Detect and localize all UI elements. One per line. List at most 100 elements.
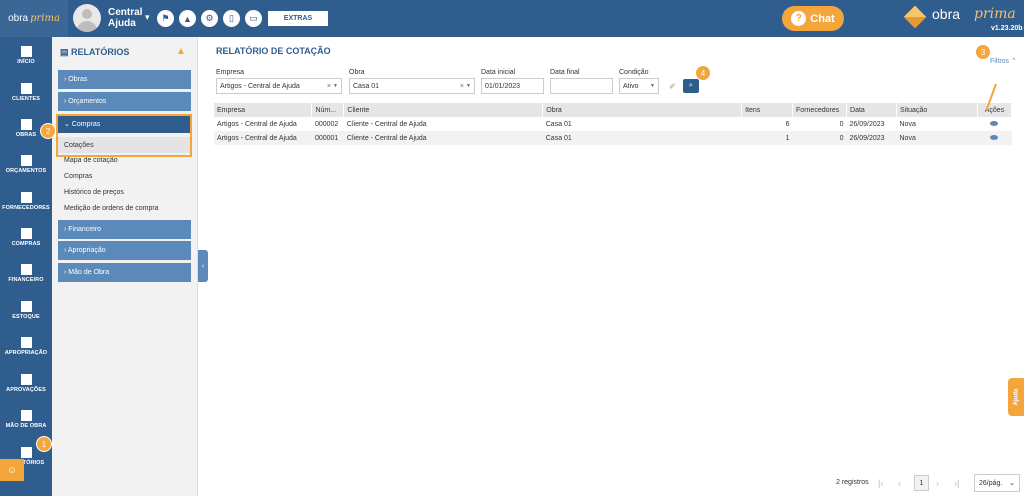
chevron-down-icon[interactable]: ▾ <box>145 12 150 23</box>
chevron-down-icon: ▼ <box>333 83 338 89</box>
reports-submenu: ▤ RELATÓRIOS ▲ › Obras › Orçamentos ⌄ Co… <box>52 37 198 496</box>
nav-item-financeiro[interactable]: FINANCEIRO <box>0 259 52 297</box>
chevron-down-icon: ▼ <box>466 83 471 89</box>
top-bar: obra prima Central Ajuda ▾ ⚑ ▲ ⚙ ▯ ▭ EXTR… <box>0 0 1024 37</box>
table-row[interactable]: Artigos - Central de Ajuda 000001 Client… <box>214 131 1012 145</box>
app-logo[interactable]: obra prima <box>0 0 68 37</box>
step-badge-3: 3 <box>975 44 991 60</box>
eye-icon[interactable] <box>990 120 999 126</box>
user-name[interactable]: Central Ajuda <box>108 7 148 29</box>
page-size-select[interactable]: 26/pág. ⌄ <box>974 474 1020 492</box>
gear-icon[interactable]: ⚙ <box>201 10 218 27</box>
submenu-section-mao-de-obra[interactable]: › Mão de Obra <box>58 263 191 282</box>
col-fornecedores[interactable]: Fornecedores <box>792 103 848 117</box>
col-obra[interactable]: Obra <box>542 103 743 117</box>
table-row[interactable]: Artigos - Central de Ajuda 000002 Client… <box>214 117 1012 131</box>
empresa-label: Empresa <box>216 69 245 76</box>
submenu-link-compras[interactable]: Compras <box>64 173 92 180</box>
obra-select[interactable]: Casa 01 × ▼ <box>349 78 475 94</box>
col-cliente[interactable]: Cliente <box>343 103 544 117</box>
flag-icon[interactable]: ⚑ <box>157 10 174 27</box>
filters-toggle[interactable]: Filtros ⌃ <box>990 57 1017 65</box>
cell-empresa: Artigos - Central de Ajuda <box>214 131 312 145</box>
data-inicial-input[interactable]: 01/01/2023 <box>481 78 544 94</box>
cell-cliente: Cliente - Central de Ajuda <box>346 120 427 128</box>
eye-icon[interactable] <box>990 134 999 140</box>
question-icon: ? <box>791 11 807 26</box>
submenu-link-historico-de-precos[interactable]: Histórico de preços <box>64 189 124 196</box>
clear-icon[interactable]: × <box>460 83 464 90</box>
avatar[interactable] <box>73 4 101 32</box>
search-button[interactable]: ⌕ <box>683 79 699 93</box>
home-icon <box>20 46 32 57</box>
nav-item-clientes[interactable]: CLIENTES <box>0 78 52 116</box>
last-page-icon[interactable]: ›| <box>954 475 959 491</box>
nav-item-aprovacoes[interactable]: APROVAÇÕES <box>0 369 52 407</box>
user-icon <box>20 83 32 94</box>
prev-page-icon[interactable]: ‹ <box>898 475 901 491</box>
submenu-link-medicao-ordens[interactable]: Medição de ordens de compra <box>64 205 159 212</box>
collapse-submenu-chevron-icon[interactable]: ‹ <box>198 250 208 282</box>
cell-data: 26/09/2023 <box>849 120 885 128</box>
data-inicial-label: Data inicial <box>481 69 516 76</box>
workers-icon <box>20 410 32 421</box>
cell-obra: Casa 01 <box>545 120 572 128</box>
submenu-section-apropriacao[interactable]: › Apropriação <box>58 241 191 260</box>
record-count: 2 registros <box>836 479 869 486</box>
mobile-icon[interactable]: ▯ <box>223 10 240 27</box>
app-version: v1.23.20b <box>991 25 1023 32</box>
support-chat-icon[interactable]: ☺ <box>0 459 24 481</box>
nav-item-apropriacao[interactable]: APROPRIAÇÃO <box>0 332 52 370</box>
cell-obra: Casa 01 <box>542 131 742 145</box>
cell-empresa: Artigos - Central de Ajuda <box>217 120 297 128</box>
check-list-icon <box>20 374 32 385</box>
monitor-icon[interactable]: ▭ <box>245 10 262 27</box>
col-itens[interactable]: Itens <box>741 103 794 117</box>
help-tab[interactable]: Ajuda <box>1008 378 1024 416</box>
empresa-select[interactable]: Artigos - Central de Ajuda × ▼ <box>216 78 342 94</box>
cart-icon <box>20 228 32 239</box>
chat-button[interactable]: ? Chat <box>782 6 844 31</box>
submenu-section-obras[interactable]: › Obras <box>58 70 191 89</box>
highlight-box <box>56 114 192 157</box>
nav-item-inicio[interactable]: INÍCIO <box>0 41 52 79</box>
current-page[interactable]: 1 <box>914 475 929 491</box>
col-acoes: Ações <box>977 103 1013 117</box>
cube-logo-icon <box>903 5 927 29</box>
left-nav: INÍCIO CLIENTES OBRAS ORÇAMENTOS FORNECE… <box>0 37 52 496</box>
eraser-icon[interactable]: ✐ <box>669 82 676 91</box>
graduation-cap-icon[interactable]: ▲ <box>176 46 186 57</box>
nav-item-orcamentos[interactable]: ORÇAMENTOS <box>0 150 52 188</box>
graduation-cap-icon[interactable]: ▲ <box>179 10 196 27</box>
brand-logo: obra prima v1.23.20b <box>903 5 1023 35</box>
chevron-down-icon: ▼ <box>650 83 655 89</box>
data-final-input[interactable] <box>550 78 613 94</box>
col-empresa[interactable]: Empresa <box>214 103 313 117</box>
submenu-title: ▤ RELATÓRIOS <box>60 47 130 57</box>
nav-item-fornecedores[interactable]: FORNECEDORES <box>0 187 52 225</box>
cell-data: 26/09/2023 <box>846 131 897 145</box>
submenu-section-orcamentos[interactable]: › Orçamentos <box>58 92 191 111</box>
nav-item-estoque[interactable]: ESTOQUE <box>0 296 52 334</box>
step-badge-2: 2 <box>40 123 56 139</box>
submenu-section-financeiro[interactable]: › Financeiro <box>58 220 191 239</box>
col-situacao[interactable]: Situação <box>896 103 978 117</box>
nav-item-compras[interactable]: COMPRAS <box>0 223 52 261</box>
chevron-down-icon: ⌄ <box>1009 480 1015 487</box>
cell-situacao: Nova <box>896 131 978 145</box>
quotation-table: Empresa Núm... Cliente Obra Itens Fornec… <box>214 103 1013 145</box>
next-page-icon[interactable]: › <box>936 475 939 491</box>
col-numero[interactable]: Núm... <box>311 103 345 117</box>
submenu-link-mapa-de-cotacao[interactable]: Mapa de cotação <box>64 157 118 164</box>
data-final-label: Data final <box>550 69 580 76</box>
cell-fornecedores: 0 <box>839 120 844 128</box>
calculator-icon <box>20 264 32 275</box>
col-data[interactable]: Data <box>846 103 897 117</box>
cell-itens: 6 <box>785 120 790 128</box>
table-header-row: Empresa Núm... Cliente Obra Itens Fornec… <box>214 103 1013 117</box>
extras-button[interactable]: EXTRAS <box>268 11 328 26</box>
clear-icon[interactable]: × <box>327 83 331 90</box>
condicao-select[interactable]: Ativo ▼ <box>619 78 659 94</box>
first-page-icon[interactable]: |‹ <box>878 475 883 491</box>
step-badge-4: 4 <box>695 65 711 81</box>
